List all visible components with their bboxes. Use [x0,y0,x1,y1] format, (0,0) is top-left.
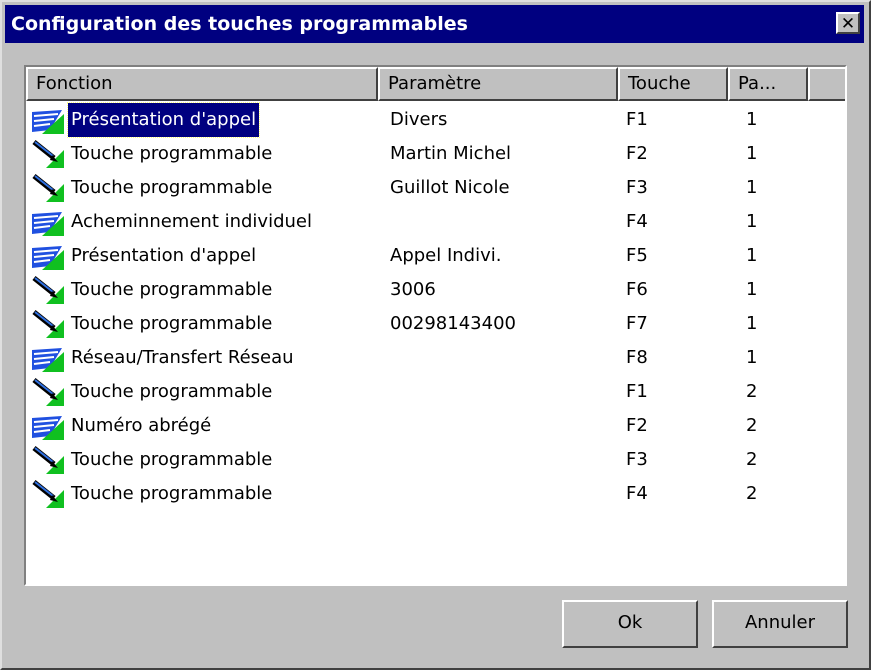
cell-page: 1 [746,109,758,130]
fonction-label: Touche programmable [71,177,273,198]
cell-fonction: Présentation d'appel [32,102,261,138]
pen-icon [32,378,64,406]
cell-fonction: Présentation d'appel [32,239,259,273]
cell-fonction: Touche programmable [32,137,275,171]
table-row[interactable]: Numéro abrégé F2 2 [26,409,845,443]
pen-icon [32,446,64,474]
pen-icon [32,174,64,202]
cell-page: 1 [746,143,758,164]
cell-page: 1 [746,177,758,198]
dialog-title: Configuration des touches programmables [11,13,468,35]
cell-touche: F4 [626,211,648,232]
cell-page: 1 [746,211,758,232]
cancel-button[interactable]: Annuler [712,600,848,648]
table-row[interactable]: Touche programmable Guillot Nicole F3 1 [26,171,845,205]
cell-parametre: Guillot Nicole [390,177,510,198]
network-icon [32,412,64,440]
fonction-label: Touche programmable [71,313,273,334]
ok-button[interactable]: Ok [562,600,698,648]
cell-touche: F3 [626,449,648,470]
cell-parametre: 00298143400 [390,313,516,334]
cell-touche: F1 [626,109,648,130]
fonction-label: Touche programmable [71,449,273,470]
fonction-label: Présentation d'appel [71,245,257,266]
cell-fonction: Numéro abrégé [32,409,214,443]
cell-touche: F7 [626,313,648,334]
table-row[interactable]: Touche programmable F4 2 [26,477,845,511]
cell-touche: F2 [626,415,648,436]
cell-page: 1 [746,245,758,266]
cell-fonction: Réseau/Transfert Réseau [32,341,297,375]
network-icon [32,344,64,372]
cell-page: 2 [746,381,758,402]
dialog-window: Configuration des touches programmables … [0,0,871,670]
cell-page: 2 [746,483,758,504]
cell-touche: F1 [626,381,648,402]
table-row[interactable]: Acheminnement individuel F4 1 [26,205,845,239]
cell-page: 2 [746,449,758,470]
table-row[interactable]: Touche programmable Martin Michel F2 1 [26,137,845,171]
table-row[interactable]: Présentation d'appel Divers F1 1 [26,102,845,138]
cell-parametre: Divers [390,109,448,130]
pen-icon [32,140,64,168]
network-icon [32,242,64,270]
column-header-page[interactable]: Pa... [728,67,808,101]
pen-icon [32,276,64,304]
cell-fonction: Acheminnement individuel [32,205,315,239]
column-header-parametre[interactable]: Paramètre [378,67,618,101]
table-row[interactable]: Présentation d'appel Appel Indivi. F5 1 [26,239,845,273]
cell-touche: F6 [626,279,648,300]
cell-touche: F2 [626,143,648,164]
cell-page: 1 [746,279,758,300]
list-header: Fonction Paramètre Touche Pa... [26,67,845,101]
table-row[interactable]: Touche programmable 3006 F6 1 [26,273,845,307]
cell-touche: F3 [626,177,648,198]
cell-page: 2 [746,415,758,436]
cell-touche: F4 [626,483,648,504]
table-row[interactable]: Touche programmable 00298143400 F7 1 [26,307,845,341]
fonction-label: Acheminnement individuel [71,211,312,232]
cell-fonction: Touche programmable [32,477,275,511]
column-header-filler [808,67,845,101]
fonction-label: Réseau/Transfert Réseau [71,347,294,368]
fonction-label: Numéro abrégé [71,415,212,436]
cell-page: 1 [746,347,758,368]
cell-fonction: Touche programmable [32,375,275,409]
fonction-label: Présentation d'appel [66,102,261,138]
cell-touche: F8 [626,347,648,368]
column-header-touche[interactable]: Touche [618,67,728,101]
network-icon [32,106,64,134]
cell-fonction: Touche programmable [32,443,275,477]
cell-parametre: 3006 [390,279,436,300]
cell-parametre: Appel Indivi. [390,245,502,266]
cell-fonction: Touche programmable [32,307,275,341]
cell-parametre: Martin Michel [390,143,512,164]
table-row[interactable]: Réseau/Transfert Réseau F8 1 [26,341,845,375]
pen-icon [32,480,64,508]
title-bar[interactable]: Configuration des touches programmables … [5,5,864,43]
fonction-label: Touche programmable [71,143,273,164]
cell-fonction: Touche programmable [32,273,275,307]
close-button[interactable]: ✕ [836,12,860,34]
table-row[interactable]: Touche programmable F1 2 [26,375,845,409]
fonction-label: Touche programmable [71,483,273,504]
function-key-list[interactable]: Fonction Paramètre Touche Pa... Présenta… [24,65,847,586]
fonction-label: Touche programmable [71,381,273,402]
cell-touche: F5 [626,245,648,266]
cell-fonction: Touche programmable [32,171,275,205]
pen-icon [32,310,64,338]
fonction-label: Touche programmable [71,279,273,300]
column-header-fonction[interactable]: Fonction [26,67,378,101]
network-icon [32,208,64,236]
cell-page: 1 [746,313,758,334]
table-row[interactable]: Touche programmable F3 2 [26,443,845,477]
